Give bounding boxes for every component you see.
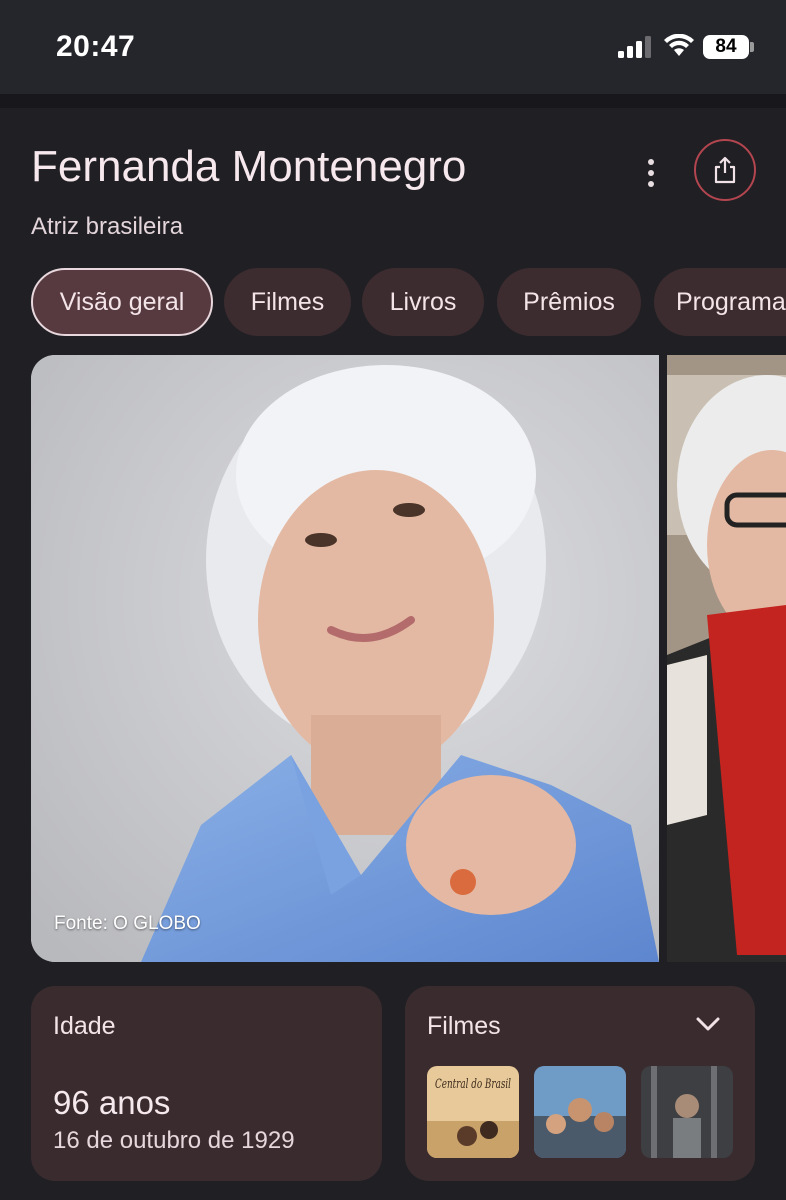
- film-thumbnail[interactable]: Central do Brasil: [427, 1066, 519, 1158]
- films-label: Filmes: [427, 1012, 501, 1040]
- film-poster-title: Central do Brasil: [435, 1077, 511, 1092]
- page-title: Fernanda Montenegro: [31, 142, 467, 191]
- page-subtitle: Atriz brasileira: [31, 213, 184, 240]
- photo-credit: Fonte: O GLOBO: [54, 913, 201, 934]
- cellular-signal-icon: [618, 36, 651, 58]
- tab-programs[interactable]: Programa: [654, 268, 786, 336]
- tab-films[interactable]: Filmes: [224, 268, 351, 336]
- film-poster-3: [641, 1066, 733, 1158]
- share-icon: [714, 156, 736, 184]
- secondary-photo[interactable]: [667, 355, 786, 962]
- more-options-button[interactable]: [636, 153, 666, 193]
- age-value: 96 anos: [53, 1084, 171, 1121]
- birth-date: 16 de outubro de 1929: [53, 1127, 295, 1154]
- film-poster-central-do-brasil: Central do Brasil: [427, 1066, 519, 1158]
- wifi-icon: [664, 34, 694, 56]
- age-label: Idade: [53, 1012, 116, 1040]
- status-bar: 20:47 84: [0, 0, 786, 94]
- film-thumbnail[interactable]: [641, 1066, 733, 1158]
- tab-books[interactable]: Livros: [362, 268, 484, 336]
- secondary-portrait-image: [667, 355, 786, 962]
- divider: [0, 94, 786, 108]
- film-poster-2: [534, 1066, 626, 1158]
- chevron-down-icon[interactable]: [695, 1016, 721, 1032]
- portrait-image: [31, 355, 659, 962]
- status-time: 20:47: [56, 30, 136, 63]
- tab-chips: Visão geral Filmes Livros Prêmios Progra…: [31, 268, 786, 336]
- films-card[interactable]: Filmes Central do Brasil: [405, 986, 755, 1181]
- battery-nub: [750, 42, 754, 52]
- battery-icon: 84: [703, 35, 749, 59]
- share-button[interactable]: [694, 139, 756, 201]
- tab-awards[interactable]: Prêmios: [497, 268, 641, 336]
- film-thumbnail[interactable]: [534, 1066, 626, 1158]
- main-photo[interactable]: [31, 355, 659, 962]
- age-card[interactable]: Idade 96 anos 16 de outubro de 1929: [31, 986, 382, 1181]
- tab-overview[interactable]: Visão geral: [31, 268, 213, 336]
- more-vert-icon: [648, 159, 654, 165]
